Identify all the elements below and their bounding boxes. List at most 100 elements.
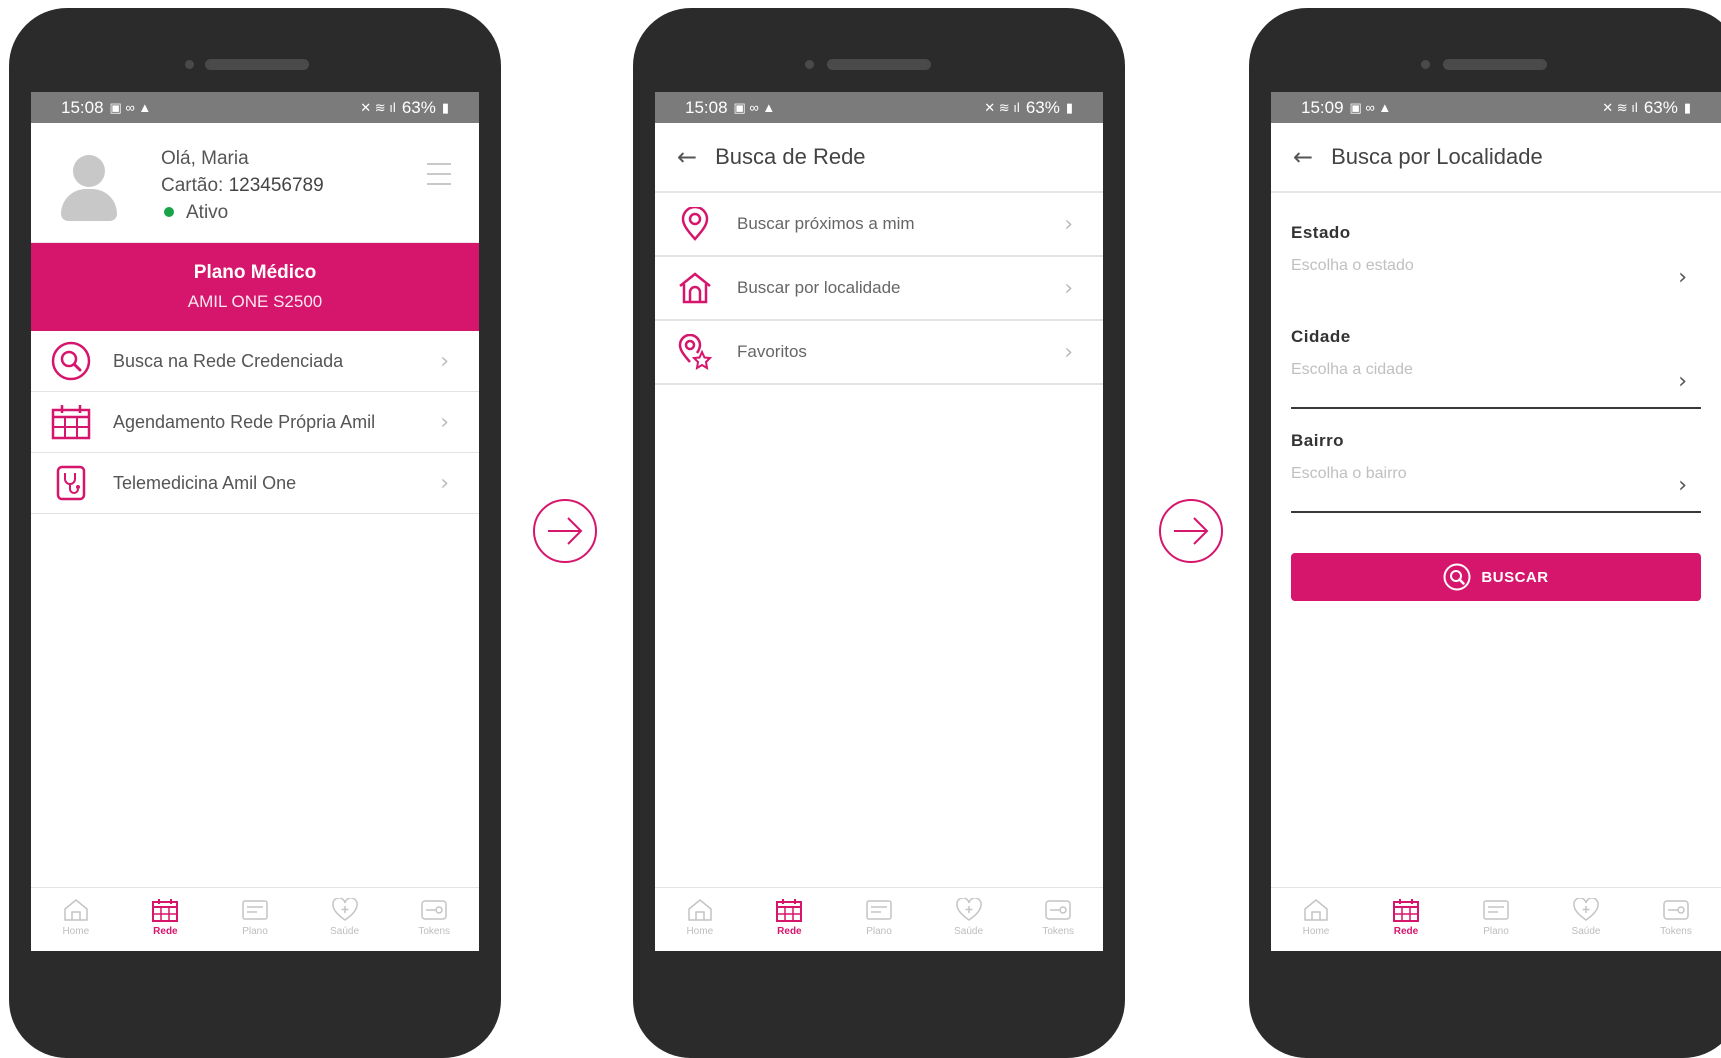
profile-header: Olá, Maria Cartão: 123456789 Ativo — [31, 123, 479, 243]
key-icon — [1663, 900, 1689, 920]
list-item-proximos[interactable]: Buscar próximos a mim › — [655, 193, 1103, 257]
chevron-right-icon: › — [1678, 369, 1687, 394]
chevron-right-icon: › — [440, 470, 449, 496]
chevron-right-icon: › — [1678, 265, 1687, 290]
battery-level: 63% — [401, 97, 436, 117]
field-placeholder: Escolha o estado — [1291, 257, 1414, 274]
nav-tokens[interactable]: Tokens — [1013, 888, 1103, 951]
speaker-grille — [1443, 59, 1547, 70]
battery-level: 63% — [1025, 97, 1060, 117]
heart-plus-icon — [331, 898, 358, 921]
card-icon — [1483, 900, 1509, 920]
phone-frame-3: 15:09 ▣ ∞ ▲ ✕ ≋ ıl 63% ▮ ← Busca por Locali… — [1249, 8, 1721, 1058]
nav-label: Saúde — [954, 926, 984, 937]
plan-banner[interactable]: Plano Médico AMIL ONE S2500 — [31, 243, 479, 331]
nav-saude[interactable]: Saúde — [300, 888, 390, 951]
camera-dot — [185, 60, 194, 69]
card-icon — [866, 900, 892, 920]
nav-home[interactable]: Home — [31, 888, 121, 951]
field-label: Bairro — [1291, 431, 1345, 450]
hamburger-menu-icon[interactable] — [427, 163, 451, 193]
menu-item-agendamento[interactable]: Agendamento Rede Própria Amil › — [31, 392, 479, 453]
nav-rede[interactable]: Rede — [1361, 888, 1451, 951]
status-time: 15:08 — [61, 97, 104, 117]
nav-label: Tokens — [418, 926, 451, 937]
list-item-label: Buscar por localidade — [737, 278, 901, 297]
buscar-label: BUSCAR — [1481, 568, 1549, 586]
nav-tokens[interactable]: Tokens — [389, 888, 479, 951]
bottom-navigation: Home Rede Plano Saúde Tokens — [31, 887, 479, 951]
field-placeholder: Escolha o bairro — [1291, 465, 1407, 482]
flow-arrow-icon — [1159, 499, 1223, 563]
cidade-field[interactable]: Cidade Escolha a cidade › — [1291, 327, 1701, 431]
nav-label: Home — [686, 926, 714, 937]
chevron-right-icon: › — [1678, 473, 1687, 498]
battery-icon: ▮ — [1683, 99, 1691, 115]
nav-label: Plano — [1483, 926, 1509, 937]
nav-tokens[interactable]: Tokens — [1631, 888, 1721, 951]
stethoscope-icon — [49, 461, 93, 505]
nav-label: Tokens — [1042, 926, 1075, 937]
greeting: Olá, Maria — [161, 148, 249, 169]
nav-label: Rede — [1393, 926, 1419, 937]
list-item-label: Buscar próximos a mim — [737, 214, 915, 233]
nav-label: Saúde — [1571, 926, 1601, 937]
nav-label: Home — [1302, 926, 1330, 937]
nav-home[interactable]: Home — [655, 888, 745, 951]
chevron-right-icon: › — [1064, 339, 1073, 365]
chevron-right-icon: › — [1064, 275, 1073, 301]
nav-plano[interactable]: Plano — [210, 888, 300, 951]
menu-item-label: Busca na Rede Credenciada — [113, 350, 344, 371]
menu-item-busca-rede[interactable]: Busca na Rede Credenciada › — [31, 331, 479, 392]
bottom-navigation: Home Rede Plano Saúde Tokens — [1271, 887, 1721, 951]
bairro-field[interactable]: Bairro Escolha o bairro › — [1291, 431, 1701, 535]
nav-saude[interactable]: Saúde — [924, 888, 1014, 951]
page-title: Busca de Rede — [715, 144, 866, 169]
calendar-icon — [1393, 899, 1419, 922]
location-pin-icon — [675, 204, 715, 244]
key-icon — [421, 900, 447, 920]
chevron-right-icon: › — [440, 409, 449, 435]
status-text: Ativo — [186, 202, 229, 223]
status-notification-icons: ▣ ∞ ▲ — [109, 99, 152, 115]
nav-plano[interactable]: Plano — [1451, 888, 1541, 951]
app-bar: ← Busca de Rede — [655, 123, 1103, 193]
nav-saude[interactable]: Saúde — [1541, 888, 1631, 951]
nav-label: Plano — [242, 926, 268, 937]
search-icon — [1443, 563, 1471, 591]
nav-rede[interactable]: Rede — [745, 888, 835, 951]
speaker-grille — [205, 59, 309, 70]
buscar-button[interactable]: BUSCAR — [1291, 553, 1701, 601]
status-bar: 15:08 ▣ ∞ ▲ ✕ ≋ ıl 63% ▮ — [655, 92, 1103, 123]
battery-icon: ▮ — [1065, 99, 1073, 115]
list-item-localidade[interactable]: Buscar por localidade › — [655, 257, 1103, 321]
calendar-icon — [776, 899, 803, 922]
battery-level: 63% — [1643, 97, 1678, 117]
card-label: Cartão: — [161, 175, 224, 196]
status-dot-icon — [164, 207, 174, 217]
back-arrow-icon[interactable]: ← — [1293, 143, 1313, 171]
chevron-right-icon: › — [1064, 211, 1073, 237]
page-title: Busca por Localidade — [1331, 144, 1543, 169]
heart-plus-icon — [955, 898, 982, 921]
nav-label: Rede — [153, 926, 178, 937]
plan-title: Plano Médico — [193, 262, 317, 283]
nav-home[interactable]: Home — [1271, 888, 1361, 951]
location-form: Estado Escolha o estado › Cidade Escolha… — [1271, 193, 1721, 535]
nav-label: Home — [62, 926, 90, 937]
search-icon — [49, 339, 93, 383]
nav-label: Rede — [777, 926, 802, 937]
phone-frame-1: 15:08 ▣ ∞ ▲ ✕ ≋ ıl 63% ▮ Olá, Maria Cartão:… — [9, 8, 501, 1058]
back-arrow-icon[interactable]: ← — [677, 143, 697, 171]
nav-plano[interactable]: Plano — [834, 888, 924, 951]
key-icon — [1045, 900, 1071, 920]
list-item-favoritos[interactable]: Favoritos › — [655, 321, 1103, 385]
avatar[interactable] — [61, 155, 117, 221]
signal-icons: ✕ ≋ ıl — [984, 99, 1020, 115]
estado-field[interactable]: Estado Escolha o estado › — [1291, 223, 1701, 327]
menu-item-label: Telemedicina Amil One — [113, 472, 297, 493]
menu-item-telemedicina[interactable]: Telemedicina Amil One › — [31, 453, 479, 514]
nav-rede[interactable]: Rede — [121, 888, 211, 951]
status-notification-icons: ▣ ∞ ▲ — [733, 99, 776, 115]
screen-home: 15:08 ▣ ∞ ▲ ✕ ≋ ıl 63% ▮ Olá, Maria Cartão:… — [31, 92, 479, 951]
